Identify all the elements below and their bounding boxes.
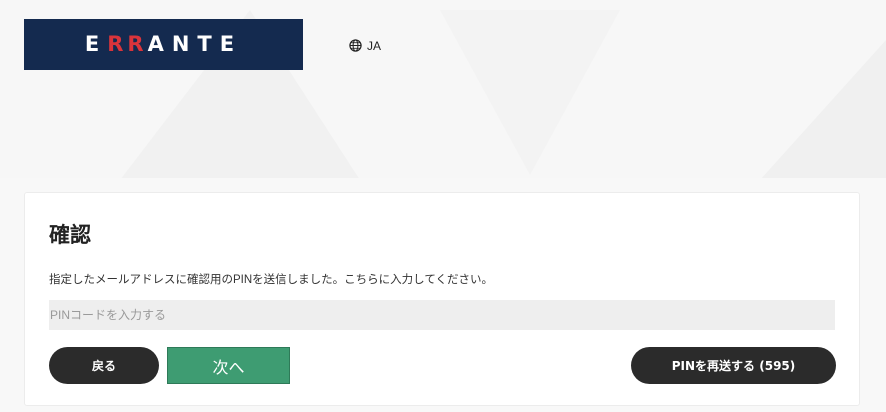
back-button[interactable]: 戻る (49, 347, 159, 384)
errante-logo[interactable]: ERRANTE (24, 19, 303, 70)
page-title: 確認 (49, 223, 91, 247)
verification-description: 指定したメールアドレスに確認用のPINを送信しました。こちらに入力してください。 (49, 274, 493, 286)
language-selector[interactable]: JA (349, 37, 381, 55)
logo-letter-e: E (84, 32, 108, 56)
globe-icon (349, 37, 362, 56)
language-label: JA (367, 39, 382, 53)
logo-letters-rr: RR (107, 32, 148, 56)
site-header: ERRANTE JA (0, 0, 886, 180)
resend-pin-button[interactable]: PINを再送する (595) (631, 347, 836, 384)
logo-letters-ante: ANTE (147, 32, 243, 56)
logo-wordmark: ERRANTE (24, 19, 303, 70)
pin-code-input[interactable] (49, 300, 835, 330)
verification-card: 確認 指定したメールアドレスに確認用のPINを送信しました。こちらに入力してくだ… (24, 192, 860, 406)
next-button[interactable]: 次へ (167, 347, 290, 384)
